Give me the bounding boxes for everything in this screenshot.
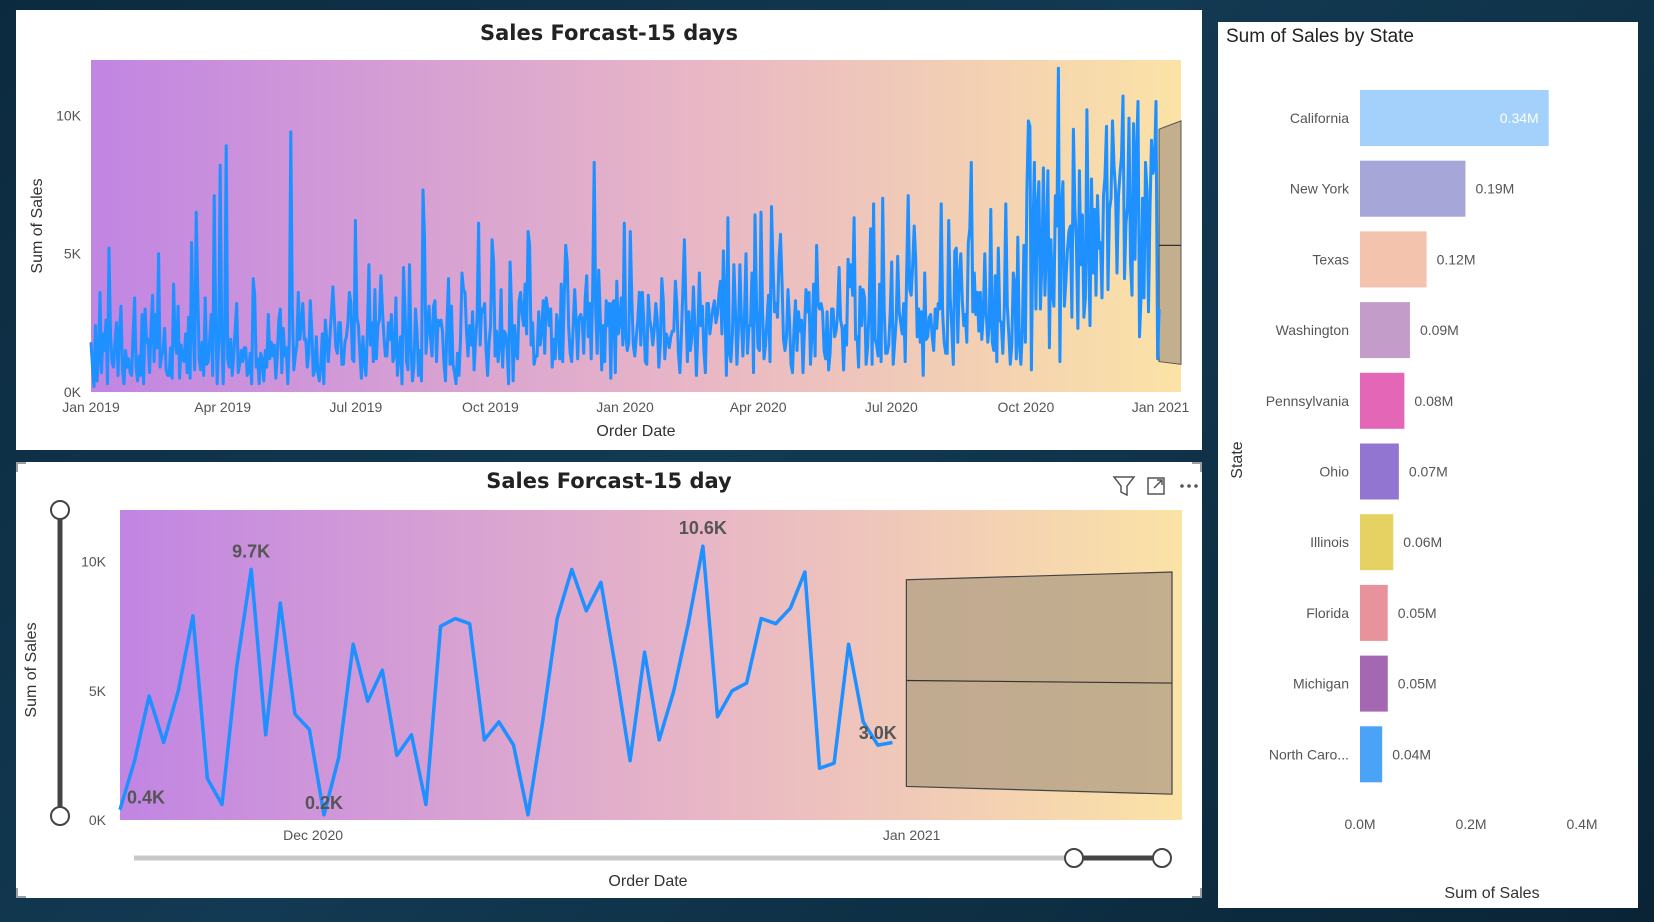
data-label: 0.4K: [127, 788, 165, 808]
state-axis-label: State: [1229, 441, 1246, 478]
x-tick-label: Oct 2019: [462, 399, 519, 415]
state-bar[interactable]: [1360, 231, 1427, 288]
slider-handle-top[interactable]: [50, 500, 70, 520]
bottom-chart-title: Sales Forcast-15 day: [486, 469, 732, 493]
state-bar[interactable]: [1360, 726, 1383, 783]
x-tick-label: Jan 2020: [596, 399, 654, 415]
panel-corner-handle[interactable]: [1192, 888, 1202, 898]
data-label: 0.2K: [305, 793, 343, 813]
bar-value-label: 0.34M: [1500, 110, 1539, 126]
y-tick-label: 5K: [89, 683, 107, 699]
data-label: 3.0K: [859, 723, 897, 743]
state-label: Washington: [1276, 322, 1349, 338]
bar-value-label: 0.05M: [1398, 676, 1437, 692]
panel-corner-handle[interactable]: [16, 888, 26, 898]
state-label: Michigan: [1293, 676, 1349, 692]
state-label: Illinois: [1310, 534, 1349, 550]
panel-corner-handle[interactable]: [1192, 462, 1202, 472]
bar-value-label: 0.05M: [1398, 605, 1437, 621]
x-axis-zoom-slider[interactable]: [134, 848, 1172, 868]
state-label: New York: [1290, 181, 1350, 197]
bar-value-label: 0.09M: [1420, 322, 1459, 338]
slider-handle-left[interactable]: [1064, 848, 1084, 868]
sum-of-sales-axis-label: Sum of Sales: [1444, 885, 1539, 902]
bar-value-label: 0.19M: [1475, 181, 1514, 197]
y-tick-label: 0K: [89, 812, 107, 828]
y-tick-label: 0K: [64, 384, 82, 400]
bar-value-label: 0.08M: [1414, 393, 1453, 409]
x-tick-label: Jan 2019: [62, 399, 120, 415]
state-bar[interactable]: [1360, 443, 1399, 500]
slider-handle-right[interactable]: [1152, 848, 1172, 868]
x-tick-label: Jan 2021: [883, 827, 941, 843]
top-line-chart: Sales Forcast-15 days 0K 5K 10K Jan 2019 Ap…: [29, 21, 1190, 440]
slider-handle-bottom[interactable]: [50, 806, 70, 826]
state-bar[interactable]: [1360, 655, 1388, 712]
x-tick-label: Oct 2020: [997, 399, 1054, 415]
more-options-icon[interactable]: [1180, 484, 1198, 488]
top-x-axis-label: Order Date: [596, 423, 675, 440]
state-label: Ohio: [1319, 464, 1349, 480]
x-tick-label: Apr 2019: [194, 399, 251, 415]
state-label: Pennsylvania: [1266, 393, 1349, 409]
top-chart-panel[interactable]: Sales Forcast-15 days 0K 5K 10K Jan 2019 Ap…: [16, 10, 1202, 450]
x-tick-label: 0.0M: [1344, 816, 1375, 832]
state-bar[interactable]: [1360, 302, 1410, 359]
bar-value-label: 0.07M: [1409, 464, 1448, 480]
state-label: California: [1290, 110, 1349, 126]
state-bar[interactable]: [1360, 514, 1394, 571]
state-label: North Caro...: [1269, 746, 1349, 762]
state-label: Texas: [1312, 251, 1349, 267]
bar-chart-title: Sum of Sales by State: [1226, 26, 1414, 47]
state-label: Florida: [1306, 605, 1349, 621]
state-bar[interactable]: [1360, 372, 1405, 429]
x-tick-label: Jul 2019: [329, 399, 382, 415]
state-bar-chart-panel[interactable]: Sum of Sales by State State California 0.…: [1218, 22, 1638, 908]
data-label: 9.7K: [232, 541, 270, 561]
x-tick-label: Dec 2020: [283, 827, 343, 843]
state-bar[interactable]: [1360, 160, 1466, 217]
filter-icon[interactable]: [1112, 476, 1136, 497]
top-y-axis-label: Sum of Sales: [29, 178, 46, 273]
panel-corner-handle[interactable]: [16, 462, 26, 472]
forecast-confidence-band: [1158, 120, 1182, 365]
y-tick-label: 10K: [81, 554, 107, 570]
x-tick-label: Jan 2021: [1132, 399, 1190, 415]
bottom-line-chart: Sales Forcast-15 day 0K 5K 10K Dec 2020 Jan…: [23, 469, 1198, 890]
top-chart-title: Sales Forcast-15 days: [480, 21, 738, 45]
x-tick-label: Jul 2020: [865, 399, 918, 415]
bottom-x-axis-label: Order Date: [608, 873, 687, 890]
data-label: 10.6K: [679, 518, 727, 538]
x-tick-label: Apr 2020: [730, 399, 787, 415]
bar-value-label: 0.06M: [1403, 534, 1442, 550]
y-tick-label: 10K: [56, 107, 82, 123]
bar-value-label: 0.04M: [1392, 746, 1431, 762]
bottom-y-axis-label: Sum of Sales: [23, 622, 40, 717]
state-bar[interactable]: [1360, 584, 1388, 641]
x-tick-label: 0.2M: [1455, 816, 1486, 832]
bar-value-label: 0.12M: [1437, 251, 1476, 267]
focus-mode-icon[interactable]: [1147, 477, 1165, 495]
state-bar-chart: Sum of Sales by State State California 0.…: [1226, 26, 1598, 902]
x-tick-label: 0.4M: [1566, 816, 1597, 832]
bottom-chart-panel[interactable]: Sales Forcast-15 day 0K 5K 10K Dec 2020 Jan…: [16, 462, 1202, 898]
y-tick-label: 5K: [64, 246, 82, 262]
y-axis-zoom-slider[interactable]: [50, 500, 70, 826]
